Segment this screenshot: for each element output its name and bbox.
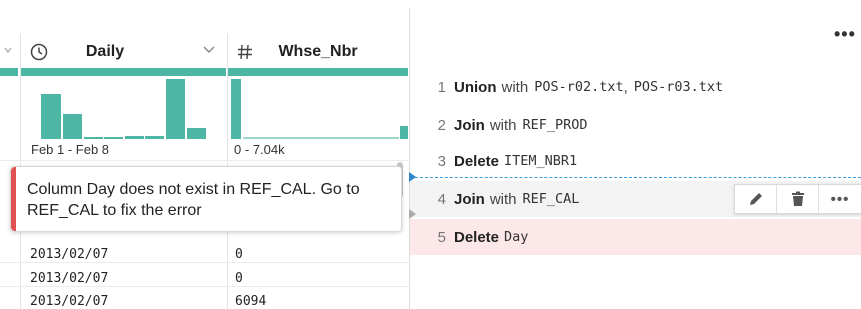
step-argument: POS-r02.txt [534, 79, 624, 95]
hash-icon [238, 44, 252, 60]
table-cell-whse-nbr[interactable]: 0 [235, 247, 243, 262]
column-header-daily[interactable]: Daily [20, 34, 227, 70]
step-number: 3 [437, 152, 446, 170]
chevron-down-icon[interactable] [203, 45, 215, 55]
step-number: 4 [437, 190, 446, 208]
step-more-button[interactable]: ••• [819, 185, 861, 213]
histogram-bar[interactable] [400, 126, 408, 139]
data-quality-bar[interactable] [0, 68, 18, 76]
step-number: 2 [437, 116, 446, 134]
step-keyword: Join [454, 190, 485, 208]
column-name-whse-nbr: Whse_Nbr [278, 43, 358, 60]
step-with: with [489, 190, 517, 208]
data-quality-bar-whse-nbr[interactable] [228, 68, 408, 76]
step-keyword: Delete [454, 228, 500, 246]
error-accent-bar [11, 167, 16, 231]
step-argument: REF_PROD [522, 117, 588, 133]
step-keyword: Join [454, 116, 485, 134]
range-label-whse-nbr: 0 - 7.04k [234, 142, 285, 157]
recipe-step-1[interactable]: 1 Union with POS-r02.txt , POS-r03.txt [410, 69, 861, 105]
recipe-step-3[interactable]: 3 Delete ITEM_NBR1 [410, 143, 861, 179]
table-cell-whse-nbr[interactable]: 0 [235, 271, 243, 286]
step-number: 5 [437, 228, 446, 246]
histogram-bar[interactable] [166, 79, 185, 139]
clock-icon [30, 43, 48, 61]
table-cell-daily[interactable]: 2013/02/07 [30, 247, 108, 262]
range-label-daily: Feb 1 - Feb 8 [31, 142, 110, 157]
step-number: 1 [437, 78, 446, 96]
step-keyword: Union [454, 78, 497, 96]
histogram-bar[interactable] [187, 128, 206, 139]
error-tooltip: Column Day does not exist in REF_CAL. Go… [10, 166, 402, 232]
row-divider [0, 262, 410, 263]
step-keyword: Delete [454, 152, 500, 170]
row-divider [0, 160, 410, 161]
data-quality-bar-daily[interactable] [21, 68, 226, 76]
column-name-daily: Daily [85, 43, 125, 60]
recipe-step-2[interactable]: 2 Join with REF_PROD [410, 107, 861, 143]
collapse-arrow-icon[interactable] [409, 209, 416, 219]
histogram-bar[interactable] [145, 136, 164, 139]
histogram-bar[interactable] [231, 79, 241, 139]
step-argument: ITEM_NBR1 [504, 153, 578, 169]
step-with: with [489, 116, 517, 134]
recipe-step-5[interactable]: 5 Delete Day [410, 219, 861, 255]
pencil-icon [749, 193, 762, 205]
column-header-whse-nbr[interactable]: Whse_Nbr [228, 34, 408, 70]
data-grid: Daily Whse_Nbr Feb 1 - Feb 8 0 - 7.04k 2… [0, 0, 410, 309]
table-cell-whse-nbr[interactable]: 6094 [235, 294, 266, 309]
step-with: with [501, 78, 529, 96]
histogram-bar[interactable] [104, 137, 123, 139]
insertion-indicator [410, 177, 861, 178]
table-cell-daily[interactable]: 2013/02/07 [30, 271, 108, 286]
histogram-bar[interactable] [41, 94, 61, 139]
delete-step-button[interactable] [777, 185, 819, 213]
recipe-more-menu-icon[interactable]: ••• [834, 24, 856, 45]
table-cell-daily[interactable]: 2013/02/07 [30, 294, 108, 309]
prev-column-chevron-icon[interactable] [4, 46, 12, 54]
edit-step-button[interactable] [735, 185, 777, 213]
step-separator: , [623, 78, 628, 96]
histogram-bar[interactable] [84, 137, 103, 139]
histogram-bar[interactable] [125, 136, 144, 139]
row-divider [0, 286, 410, 287]
step-argument: Day [504, 229, 529, 245]
step-action-toolbar: ••• [734, 184, 861, 214]
trash-icon [791, 191, 804, 206]
histogram-bar[interactable] [63, 114, 82, 139]
error-message: Column Day does not exist in REF_CAL. Go… [27, 181, 360, 219]
histogram-bar[interactable] [243, 137, 399, 139]
step-argument: POS-r03.txt [633, 79, 724, 95]
step-argument: REF_CAL [522, 191, 580, 207]
